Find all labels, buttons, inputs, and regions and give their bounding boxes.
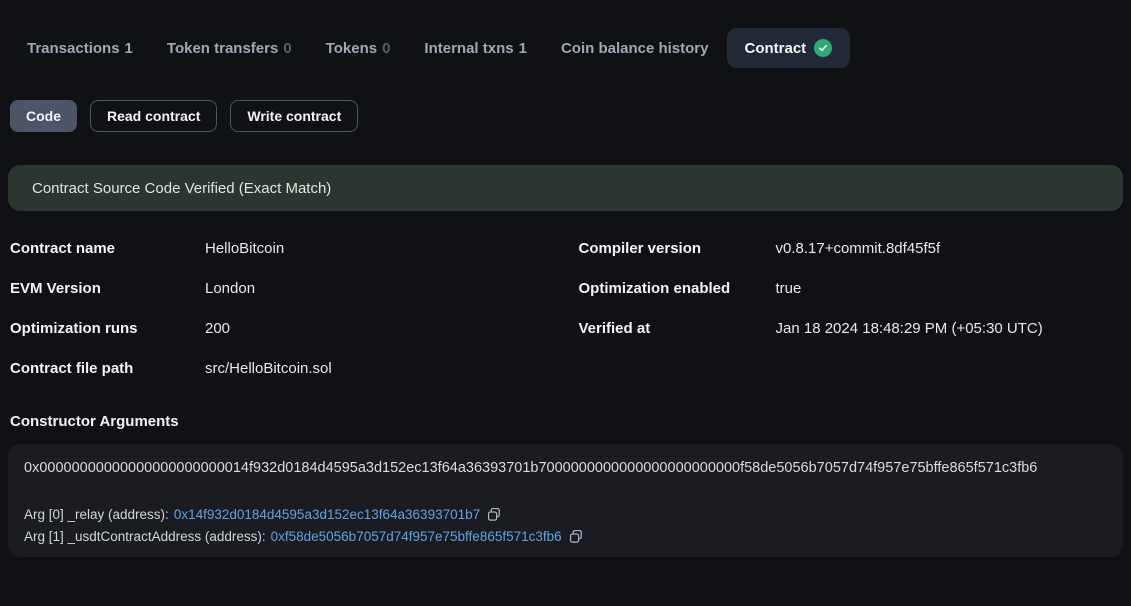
info-value: 200 <box>205 320 230 337</box>
tab-token-transfers[interactable]: Token transfers 0 <box>167 40 292 57</box>
tab-contract[interactable]: Contract <box>727 28 851 68</box>
read-contract-button[interactable]: Read contract <box>90 100 217 132</box>
tab-coin-balance-history[interactable]: Coin balance history <box>561 40 709 57</box>
copy-icon[interactable] <box>569 529 583 544</box>
tab-bar: Transactions 1 Token transfers 0 Tokens 0 I… <box>8 28 1123 68</box>
info-value: true <box>776 280 802 297</box>
tab-count: 0 <box>382 40 390 57</box>
info-label: Contract name <box>10 240 205 257</box>
tab-label: Internal txns <box>424 40 513 57</box>
info-row-compiler-version: Compiler version v0.8.17+commit.8df45f5f <box>579 228 1124 268</box>
contract-info-grid: Contract name HelloBitcoin EVM Version L… <box>8 228 1123 388</box>
info-column-right: Compiler version v0.8.17+commit.8df45f5f… <box>566 228 1124 388</box>
info-value: Jan 18 2024 18:48:29 PM (+05:30 UTC) <box>776 320 1043 337</box>
tab-count: 1 <box>519 40 527 57</box>
verified-check-icon <box>814 39 832 57</box>
info-label: Verified at <box>579 320 776 337</box>
tab-label: Transactions <box>27 40 120 57</box>
constructor-arg-0: Arg [0] _relay (address): 0x14f932d0184d… <box>24 504 1107 526</box>
info-value: London <box>205 280 255 297</box>
info-label: Optimization enabled <box>579 280 776 297</box>
contract-subtab-bar: Code Read contract Write contract <box>8 100 1123 132</box>
constructor-arg-1: Arg [1] _usdtContractAddress (address): … <box>24 526 1107 548</box>
arg-address-link[interactable]: 0xf58de5056b7057d74f957e75bffe865f571c3f… <box>271 526 562 548</box>
tab-count: 0 <box>283 40 291 57</box>
constructor-arguments-heading: Constructor Arguments <box>8 412 1123 432</box>
copy-icon[interactable] <box>487 507 501 522</box>
tab-label: Contract <box>745 40 807 57</box>
tab-internal-txns[interactable]: Internal txns 1 <box>424 40 527 57</box>
tab-transactions[interactable]: Transactions 1 <box>27 40 133 57</box>
info-label: Optimization runs <box>10 320 205 337</box>
verification-banner: Contract Source Code Verified (Exact Mat… <box>8 165 1123 211</box>
info-column-left: Contract name HelloBitcoin EVM Version L… <box>8 228 566 388</box>
info-row-contract-file-path: Contract file path src/HelloBitcoin.sol <box>10 348 566 388</box>
info-row-evm-version: EVM Version London <box>10 268 566 308</box>
write-contract-button[interactable]: Write contract <box>230 100 358 132</box>
info-row-optimization-enabled: Optimization enabled true <box>579 268 1124 308</box>
arg-label: Arg [1] _usdtContractAddress (address): <box>24 526 266 548</box>
info-row-optimization-runs: Optimization runs 200 <box>10 308 566 348</box>
contract-page: Transactions 1 Token transfers 0 Tokens 0 I… <box>0 28 1131 557</box>
info-value: HelloBitcoin <box>205 240 284 257</box>
arg-label: Arg [0] _relay (address): <box>24 504 169 526</box>
tab-label: Token transfers <box>167 40 278 57</box>
info-row-contract-name: Contract name HelloBitcoin <box>10 228 566 268</box>
tab-label: Coin balance history <box>561 40 709 57</box>
arg-address-link[interactable]: 0x14f932d0184d4595a3d152ec13f64a36393701… <box>174 504 480 526</box>
info-row-verified-at: Verified at Jan 18 2024 18:48:29 PM (+05… <box>579 308 1124 348</box>
constructor-raw-bytes: 0x00000000000000000000000014f932d0184d45… <box>24 458 1107 478</box>
info-value: src/HelloBitcoin.sol <box>205 360 332 377</box>
info-label: Compiler version <box>579 240 776 257</box>
info-label: EVM Version <box>10 280 205 297</box>
code-tab-button[interactable]: Code <box>10 100 77 132</box>
tab-label: Tokens <box>326 40 377 57</box>
constructor-arguments-box: 0x00000000000000000000000014f932d0184d45… <box>8 444 1123 557</box>
verification-banner-text: Contract Source Code Verified (Exact Mat… <box>32 180 331 197</box>
tab-count: 1 <box>125 40 133 57</box>
info-label: Contract file path <box>10 360 205 377</box>
tab-tokens[interactable]: Tokens 0 <box>326 40 391 57</box>
info-value: v0.8.17+commit.8df45f5f <box>776 240 941 257</box>
